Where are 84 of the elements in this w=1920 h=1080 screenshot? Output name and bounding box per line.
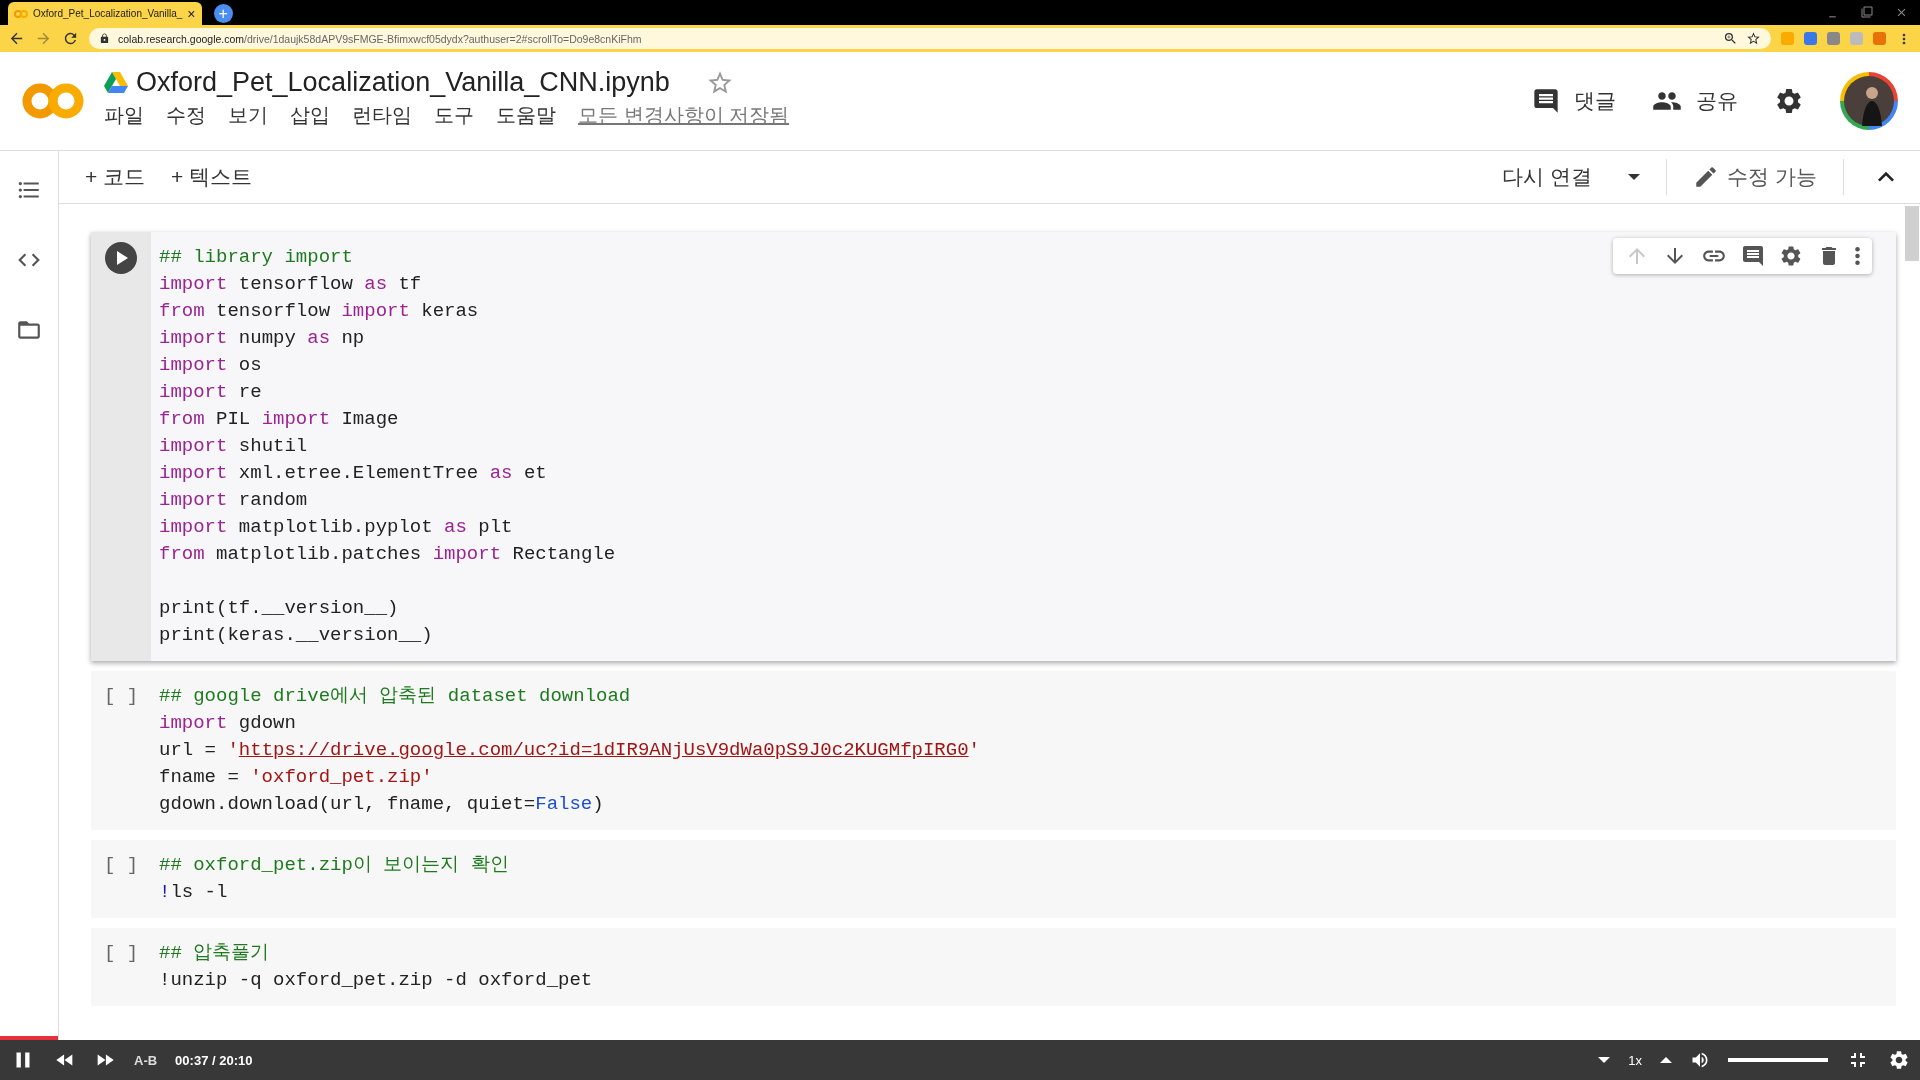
code-line: url = 'https://drive.google.com/uc?id=1dIR9ANjUsV9dWa0pS9J0c2KUGMfpIRG0' — [159, 738, 980, 763]
reload-icon[interactable] — [62, 30, 79, 47]
cell-prompt: [ ] — [103, 684, 139, 709]
url-text: colab.research.google.com/drive/1daujk58dAPV9sFMGE-Bfimxwcf05dydx?authuser=2#scrollTo=Do9e8cnKiFhm — [118, 32, 643, 45]
code-line: gdown.download(url, fname, quiet=False) — [159, 792, 605, 817]
code-line: !unzip -q oxford_pet.zip -d oxford_pet — [159, 968, 593, 993]
colab-logo-icon — [14, 8, 28, 19]
menu-item[interactable]: 파일 — [104, 102, 144, 129]
edit-mode-button[interactable]: 수정 가능 — [1693, 163, 1817, 191]
volume-button[interactable] — [1690, 1050, 1710, 1070]
reconnect-button[interactable]: 다시 연결 — [1502, 163, 1641, 191]
code-line: import numpy as np — [159, 326, 366, 351]
menu-item[interactable]: 도구 — [434, 102, 474, 129]
code-line: fname = 'oxford_pet.zip' — [159, 765, 434, 790]
drive-icon — [104, 72, 128, 93]
code-line: from tensorflow import keras — [159, 299, 480, 324]
speed-up-button[interactable] — [1660, 1057, 1672, 1063]
restore-icon[interactable] — [1861, 6, 1873, 18]
menu-item[interactable]: 삽입 — [290, 102, 330, 129]
close-tab-button[interactable]: × — [187, 5, 196, 22]
menu-item[interactable]: 도움말 — [496, 102, 556, 129]
back-icon[interactable] — [8, 30, 25, 47]
caret-down-icon — [1598, 1057, 1611, 1063]
speaker-icon — [1690, 1050, 1710, 1070]
code-line: ## library import — [159, 245, 354, 270]
close-icon[interactable] — [1895, 6, 1908, 19]
code-line: import gdown — [159, 711, 297, 736]
code-line: import shutil — [159, 434, 309, 459]
add-cell-button[interactable]: + 코드 — [85, 163, 146, 191]
speed-down-button[interactable] — [1598, 1057, 1611, 1063]
code-line: import re — [159, 380, 263, 405]
gear-icon — [1779, 244, 1803, 268]
code-line: ## 압축풀기 — [159, 941, 271, 966]
settings-button[interactable] — [1779, 244, 1803, 268]
code-cell[interactable]: [ ] ## oxford_pet.zip이 보이는지 확인 !ls -l — [91, 840, 1896, 918]
comment-icon — [1532, 87, 1560, 115]
tab-title: Oxford_Pet_Localization_Vanilla_ — [33, 8, 183, 19]
volume-slider[interactable] — [1728, 1058, 1828, 1062]
comment-button[interactable] — [1741, 244, 1765, 268]
cell-prompt: [ ] — [103, 853, 139, 878]
code-line: import os — [159, 353, 263, 378]
run-cell-button[interactable] — [105, 242, 137, 274]
code-cell[interactable] — [91, 232, 1896, 661]
more-button[interactable] — [1855, 247, 1860, 265]
playback-time: 00:37 / 20:10 — [175, 1052, 253, 1068]
gear-icon — [1888, 1049, 1910, 1071]
scrollbar-thumb[interactable] — [1905, 206, 1919, 261]
speed-button[interactable]: 1x — [1628, 1052, 1642, 1068]
menu-item[interactable]: 보기 — [228, 102, 268, 129]
avatar[interactable] — [1840, 72, 1898, 130]
code-line: ## oxford_pet.zip이 보이는지 확인 — [159, 853, 509, 878]
code-line: print(keras.__version__) — [159, 623, 434, 648]
comment-icon — [1741, 244, 1765, 268]
zoom-icon[interactable] — [1723, 31, 1738, 46]
url-link[interactable]: https://drive.google.com/uc?id=1dIR9ANjUsV9dWa0pS9J0c2KUGMfpIRG0 — [238, 739, 969, 761]
comment-button[interactable]: 댓글 — [1532, 87, 1616, 115]
share-button[interactable]: 공유 — [1652, 86, 1738, 116]
caret-up-icon — [1660, 1057, 1672, 1063]
code-line: import xml.etree.ElementTree as et — [159, 461, 548, 486]
browser-tab[interactable]: Oxford_Pet_Localization_Vanilla_ × — [8, 2, 202, 25]
menu-item[interactable]: 수정 — [166, 102, 206, 129]
code-line: from matplotlib.patches import Rectangle — [159, 542, 616, 567]
code-line: import random — [159, 488, 309, 513]
code-line: import tensorflow as tf — [159, 272, 423, 297]
add-cell-button[interactable]: + 텍스트 — [171, 163, 253, 191]
settings-icon[interactable] — [1774, 86, 1804, 116]
more-icon — [1855, 247, 1860, 265]
code-cell[interactable]: [ ] ## google drive에서 압축된 dataset download import gdown url = 'https://drive.google.com/uc?id=1dIR9ANjUsV9dWa0pS9J0c2KUGMfpIRG0' fname = 'oxford_pet.zip' gdown.download(url, fname, quiet=False) — [91, 671, 1896, 830]
settings-button[interactable] — [1888, 1049, 1910, 1071]
code-line: from PIL import Image — [159, 407, 400, 432]
notebook-title[interactable]: Oxford_Pet_Localization_Vanilla_CNN.ipynb — [136, 67, 670, 98]
menu-item[interactable]: 런타임 — [352, 102, 412, 129]
code-line: import matplotlib.pyplot as plt — [159, 515, 514, 540]
bookmark-star-icon[interactable] — [1746, 31, 1761, 46]
cell-prompt: [ ] — [103, 941, 139, 966]
lock-icon — [99, 33, 110, 44]
code-line: print(tf.__version__) — [159, 596, 400, 621]
ab-repeat-button[interactable]: A-B — [134, 1052, 158, 1068]
caret-icon — [1628, 174, 1641, 180]
address-bar[interactable]: colab.research.google.com/drive/1daujk58dAPV9sFMGE-Bfimxwcf05dydx?authuser=2#scrollTo=Do9e8cnKiFhm — [89, 28, 1771, 49]
save-status-link[interactable]: 모든 변경사항이 저장됨 — [578, 102, 790, 129]
code-cell[interactable]: [ ] ## 압축풀기 !unzip -q oxford_pet.zip -d oxford_pet — [91, 928, 1896, 1006]
code-line: ## google drive에서 압축된 dataset download — [159, 684, 632, 709]
code-line: !ls -l — [159, 880, 229, 905]
